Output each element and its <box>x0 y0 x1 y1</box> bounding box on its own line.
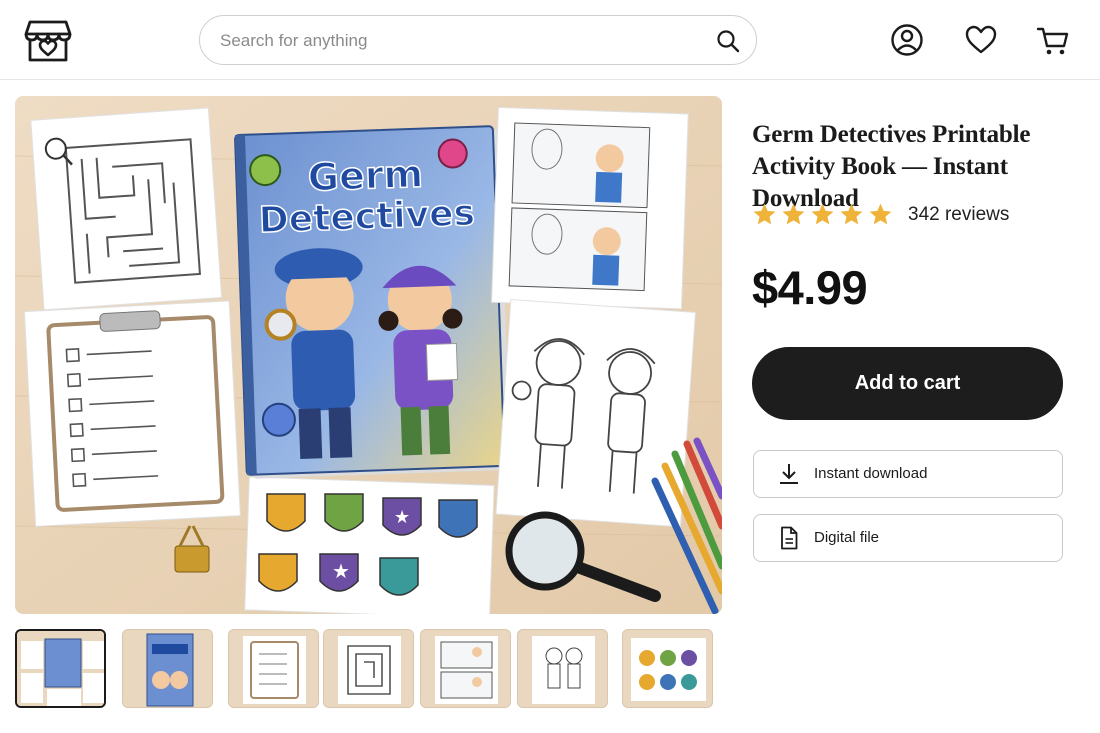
star-icon <box>782 203 805 225</box>
account-icon[interactable] <box>889 22 925 58</box>
add-to-cart-button[interactable]: Add to cart <box>752 347 1063 420</box>
thumbnail-1[interactable] <box>15 629 106 708</box>
shop-logo-icon[interactable] <box>22 14 74 66</box>
book-title-line1: Germ <box>307 152 424 200</box>
book-title-line2: Detectives <box>258 193 475 242</box>
thumbnail-4[interactable] <box>323 629 414 708</box>
thumbnail-2[interactable] <box>122 629 213 708</box>
book-cover: Germ Detectives <box>234 125 511 479</box>
thumbnail-3[interactable] <box>228 629 319 708</box>
digital-file-label: Digital file <box>814 529 880 546</box>
handwashing-sheet <box>491 106 689 310</box>
badges-sheet: ★ ★ <box>244 476 495 614</box>
price: $4.99 <box>752 261 868 314</box>
instant-download-label: Instant download <box>814 465 928 482</box>
coloring-sheet <box>495 298 696 528</box>
thumbnail-7[interactable] <box>622 629 713 708</box>
favorites-heart-icon[interactable] <box>963 22 999 58</box>
digital-file-option[interactable]: Digital file <box>753 514 1063 562</box>
download-icon <box>778 462 800 486</box>
thumbnail-6[interactable] <box>517 629 608 708</box>
main-product-image[interactable]: ★ ★ Germ Detectives <box>15 96 722 614</box>
product-title: Germ Detectives Printable Activity Book … <box>752 121 1031 212</box>
thumbnail-5[interactable] <box>420 629 511 708</box>
star-icon <box>753 203 776 225</box>
star-icon <box>811 203 834 225</box>
cart-icon[interactable] <box>1035 22 1071 58</box>
search-bar <box>199 15 757 65</box>
search-icon[interactable] <box>714 27 742 55</box>
star-icon <box>869 203 892 225</box>
svg-text:★: ★ <box>394 507 410 528</box>
site-header <box>0 0 1100 80</box>
star-icon <box>840 203 863 225</box>
checklist-sheet <box>23 300 241 527</box>
document-icon <box>778 526 800 550</box>
reviews-link[interactable]: 342 reviews <box>908 204 1009 226</box>
svg-text:★: ★ <box>332 559 350 583</box>
rating-stars <box>752 202 893 228</box>
maze-sheet <box>30 107 223 311</box>
search-input[interactable] <box>220 28 700 54</box>
instant-download-option[interactable]: Instant download <box>753 450 1063 498</box>
